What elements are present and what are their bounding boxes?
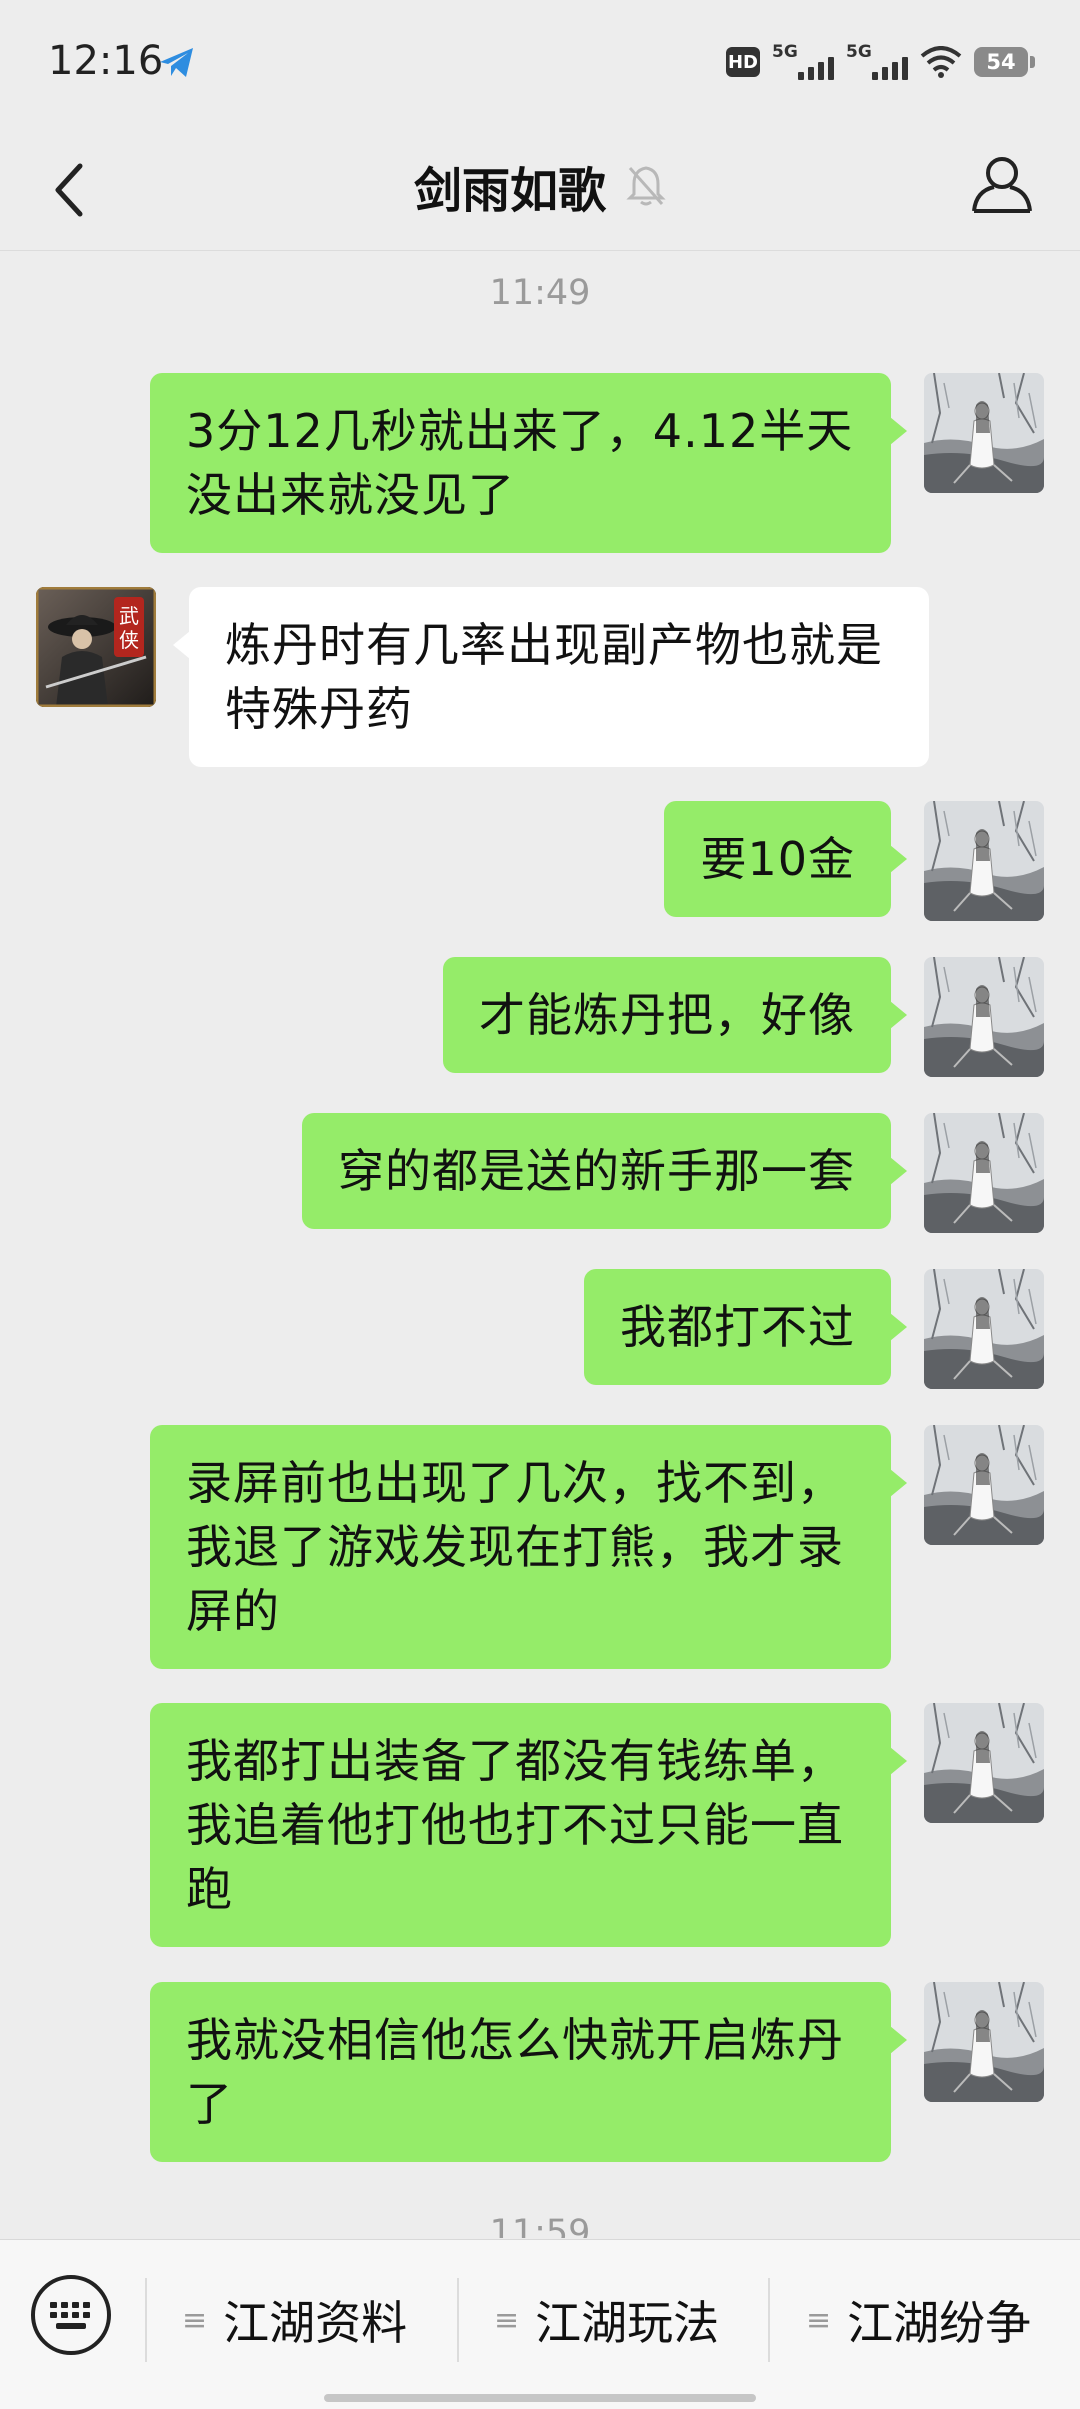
bottom-menu-bar: ≡ 江湖资料 ≡ 江湖玩法 ≡ 江湖纷争 (0, 2239, 1080, 2409)
menu-divider (145, 2278, 147, 2362)
message-bubble[interactable]: 要10金 (664, 801, 907, 917)
message-bubble[interactable]: 炼丹时有几率出现副产物也就是特殊丹药 (173, 587, 929, 767)
bell-off-icon (626, 166, 666, 206)
status-bar: 12:16 HD 5G 5G 54 (0, 0, 1080, 125)
signal-icon: 5G (772, 42, 834, 82)
message-bubble[interactable]: 我就没相信他怎么快就开启炼丹了 (150, 1982, 907, 2162)
message-bubble[interactable]: 我都打出装备了都没有钱练单，我追着他打他也打不过只能一直跑 (150, 1703, 907, 1947)
chat-title: 剑雨如歌 (413, 163, 606, 219)
keyboard-icon[interactable] (28, 2272, 114, 2358)
avatar[interactable] (924, 957, 1044, 1077)
message-bubble[interactable]: 穿的都是送的新手那一套 (302, 1113, 907, 1229)
avatar[interactable] (924, 1703, 1044, 1823)
menu-lines-icon: ≡ (806, 2302, 832, 2338)
chat-title-group: 剑雨如歌 (0, 151, 1080, 221)
wifi-icon (920, 46, 962, 78)
message-bubble[interactable]: 才能炼丹把，好像 (443, 957, 907, 1073)
telegram-icon (160, 48, 193, 77)
status-indicators: HD 5G 5G 54 (726, 40, 1035, 84)
avatar[interactable] (924, 1982, 1044, 2102)
signal-icon: 5G (846, 42, 908, 82)
message-bubble[interactable]: 录屏前也出现了几次，找不到，我退了游戏发现在打熊，我才录屏的 (150, 1425, 907, 1669)
avatar[interactable] (924, 373, 1044, 493)
home-indicator[interactable] (324, 2394, 756, 2402)
message-bubble[interactable]: 我都打不过 (584, 1269, 907, 1385)
avatar[interactable] (924, 1269, 1044, 1389)
menu-divider (457, 2278, 459, 2362)
hd-icon: HD (726, 47, 760, 77)
menu-lines-icon: ≡ (494, 2302, 520, 2338)
message-bubble[interactable]: 3分12几秒就出来了，4.12半天没出来就没见了 (150, 373, 907, 553)
avatar[interactable] (924, 1425, 1044, 1545)
menu-item-jianghu-fenzheng[interactable]: ≡ 江湖纷争 (806, 2280, 1031, 2360)
avatar[interactable] (36, 587, 156, 707)
menu-divider (768, 2278, 770, 2362)
chat-header: 剑雨如歌 (0, 125, 1080, 251)
menu-lines-icon: ≡ (182, 2302, 208, 2338)
timestamp: 11:59 (489, 2213, 591, 2238)
avatar[interactable] (924, 1113, 1044, 1233)
person-icon (972, 157, 1032, 213)
menu-item-jianghu-wanfa[interactable]: ≡ 江湖玩法 (494, 2280, 719, 2360)
timestamp: 11:49 (489, 273, 591, 313)
chat-area[interactable]: 11:49 3分12几秒就出来了，4.12半天没出来就没见了 炼丹时有几率出现副… (0, 251, 1080, 2238)
profile-button[interactable] (962, 145, 1042, 225)
menu-item-jianghu-ziliao[interactable]: ≡ 江湖资料 (182, 2280, 407, 2360)
avatar[interactable] (924, 801, 1044, 921)
status-time: 12:16 (48, 38, 164, 84)
battery-icon: 54 (974, 47, 1035, 77)
